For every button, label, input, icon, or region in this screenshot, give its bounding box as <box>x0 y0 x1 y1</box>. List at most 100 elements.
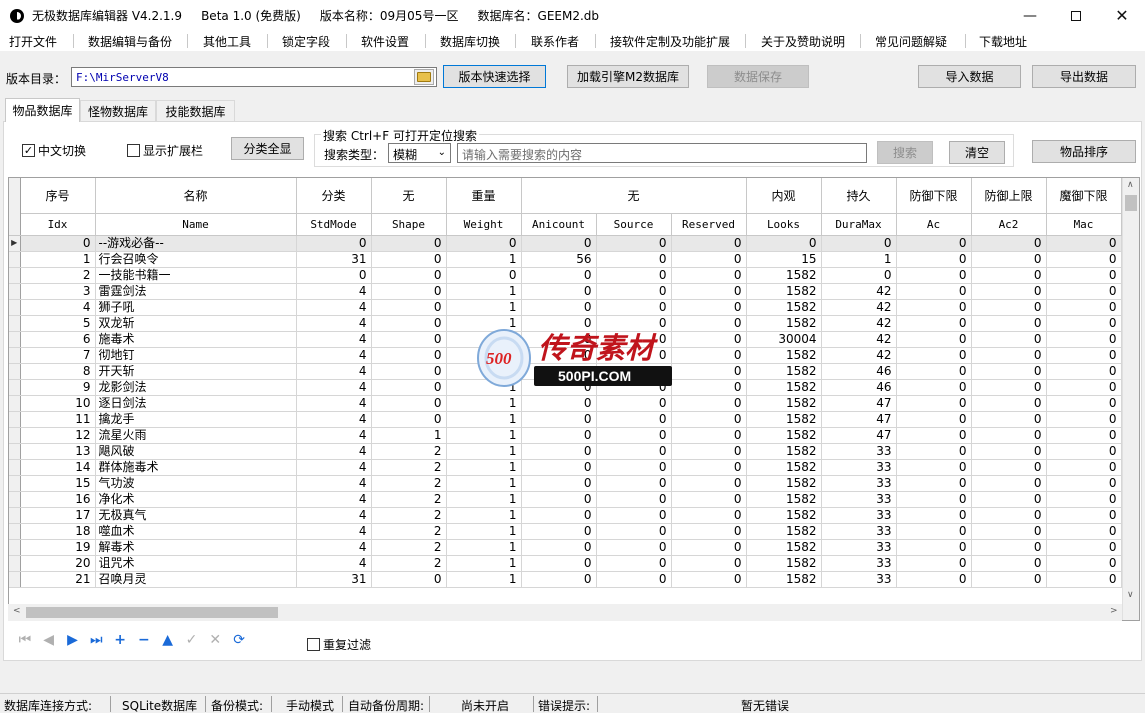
delete-record-icon[interactable]: − <box>132 632 156 648</box>
table-cell[interactable]: 0 <box>896 459 972 476</box>
table-cell[interactable]: 4 <box>296 411 372 428</box>
table-cell[interactable]: 0 <box>671 507 747 524</box>
table-cell[interactable]: 0 <box>971 395 1047 412</box>
column-header-cn[interactable]: 分类 <box>296 178 372 214</box>
table-cell[interactable]: 0 <box>371 347 447 364</box>
table-cell[interactable]: 0 <box>521 571 597 588</box>
row-indicator[interactable] <box>9 523 21 540</box>
table-cell[interactable]: 0 <box>371 299 447 316</box>
table-cell[interactable]: 0 <box>896 411 972 428</box>
table-cell[interactable]: 0 <box>971 315 1047 332</box>
table-cell[interactable]: 0 <box>1046 539 1122 556</box>
table-cell[interactable]: 4 <box>296 379 372 396</box>
table-cell[interactable]: 2 <box>371 555 447 572</box>
row-indicator[interactable] <box>9 411 21 428</box>
table-cell[interactable]: 1 <box>821 251 897 268</box>
table-cell[interactable]: 0 <box>971 491 1047 508</box>
table-cell[interactable]: 0 <box>521 443 597 460</box>
table-cell[interactable]: 1 <box>446 507 522 524</box>
row-indicator[interactable] <box>9 459 21 476</box>
row-indicator[interactable] <box>9 555 21 572</box>
column-header-en[interactable]: Weight <box>446 213 522 236</box>
table-cell[interactable]: 0 <box>821 267 897 284</box>
table-cell[interactable]: 0 <box>671 539 747 556</box>
table-cell[interactable]: 4 <box>296 331 372 348</box>
table-cell[interactable]: 0 <box>596 523 672 540</box>
table-cell[interactable]: 1582 <box>746 299 822 316</box>
table-cell[interactable]: 4 <box>296 315 372 332</box>
table-cell[interactable]: 0 <box>371 379 447 396</box>
table-cell[interactable]: 0 <box>896 539 972 556</box>
table-cell[interactable]: 0 <box>1046 363 1122 380</box>
horizontal-scrollbar[interactable]: < > <box>8 604 1122 621</box>
tab-items[interactable]: 物品数据库 <box>5 98 80 122</box>
table-cell[interactable]: 0 <box>671 523 747 540</box>
table-cell[interactable]: 0 <box>521 523 597 540</box>
vertical-scroll-thumb[interactable] <box>1125 195 1137 211</box>
table-cell[interactable]: 0 <box>971 379 1047 396</box>
clear-button[interactable]: 清空 <box>949 141 1005 164</box>
table-cell[interactable]: 0 <box>896 523 972 540</box>
maximize-button[interactable] <box>1053 0 1099 31</box>
table-cell[interactable]: 2 <box>371 539 447 556</box>
table-cell[interactable]: 1582 <box>746 491 822 508</box>
minimize-button[interactable]: — <box>1007 0 1053 31</box>
table-cell[interactable]: 气功波 <box>95 475 297 492</box>
next-record-icon[interactable]: ▶ <box>61 632 85 648</box>
column-header-en[interactable]: Shape <box>371 213 447 236</box>
table-cell[interactable]: 0 <box>971 347 1047 364</box>
close-button[interactable]: ✕ <box>1099 0 1145 31</box>
table-cell[interactable]: 0 <box>896 331 972 348</box>
table-cell[interactable]: 0 <box>596 507 672 524</box>
table-cell[interactable]: 0 <box>20 235 96 252</box>
table-cell[interactable]: 0 <box>521 555 597 572</box>
table-cell[interactable]: 0 <box>596 539 672 556</box>
table-cell[interactable]: 0 <box>521 539 597 556</box>
table-cell[interactable]: 0 <box>371 395 447 412</box>
row-indicator[interactable] <box>9 443 21 460</box>
table-cell[interactable]: --游戏必备-- <box>95 235 297 252</box>
table-cell[interactable]: 0 <box>971 539 1047 556</box>
table-cell[interactable]: 4 <box>296 475 372 492</box>
table-cell[interactable]: 0 <box>1046 235 1122 252</box>
column-header-cn[interactable]: 持久 <box>821 178 897 214</box>
row-indicator[interactable] <box>9 347 21 364</box>
table-cell[interactable]: 逐日剑法 <box>95 395 297 412</box>
table-cell[interactable]: 0 <box>671 443 747 460</box>
menu-item-7[interactable]: 接软件定制及功能扩展 <box>610 33 730 50</box>
table-cell[interactable]: 0 <box>521 235 597 252</box>
table-cell[interactable]: 0 <box>971 235 1047 252</box>
table-cell[interactable]: 0 <box>1046 507 1122 524</box>
table-cell[interactable]: 4 <box>296 539 372 556</box>
menu-item-0[interactable]: 打开文件 <box>9 33 57 50</box>
table-cell[interactable]: 0 <box>521 507 597 524</box>
repeat-filter-checkbox[interactable]: 重复过滤 <box>307 636 371 653</box>
table-cell[interactable]: 0 <box>671 267 747 284</box>
table-cell[interactable]: 21 <box>20 571 96 588</box>
table-cell[interactable]: 15 <box>746 251 822 268</box>
table-cell[interactable]: 0 <box>896 571 972 588</box>
row-indicator[interactable] <box>9 379 21 396</box>
table-cell[interactable]: 0 <box>596 251 672 268</box>
table-cell[interactable]: 0 <box>1046 347 1122 364</box>
table-row[interactable]: 2 一技能书籍一 0 0 0 0 0 0 1582 0 0 0 0 <box>9 267 1122 284</box>
table-cell[interactable]: 0 <box>971 459 1047 476</box>
cancel-record-icon[interactable]: ✕ <box>203 632 227 648</box>
table-cell[interactable]: 0 <box>821 235 897 252</box>
table-cell[interactable]: 0 <box>521 475 597 492</box>
table-cell[interactable]: 0 <box>896 315 972 332</box>
table-cell[interactable]: 1582 <box>746 459 822 476</box>
table-cell[interactable]: 4 <box>296 283 372 300</box>
table-cell[interactable]: 0 <box>596 491 672 508</box>
folder-browse-icon[interactable] <box>414 69 434 85</box>
table-cell[interactable]: 0 <box>896 555 972 572</box>
table-cell[interactable]: 流星火雨 <box>95 427 297 444</box>
table-cell[interactable]: 33 <box>821 571 897 588</box>
table-cell[interactable]: 4 <box>296 347 372 364</box>
table-cell[interactable]: 0 <box>971 251 1047 268</box>
table-cell[interactable]: 0 <box>896 443 972 460</box>
table-cell[interactable]: 噬血术 <box>95 523 297 540</box>
table-cell[interactable]: 5 <box>20 315 96 332</box>
table-cell[interactable]: 2 <box>371 443 447 460</box>
table-cell[interactable]: 0 <box>371 283 447 300</box>
